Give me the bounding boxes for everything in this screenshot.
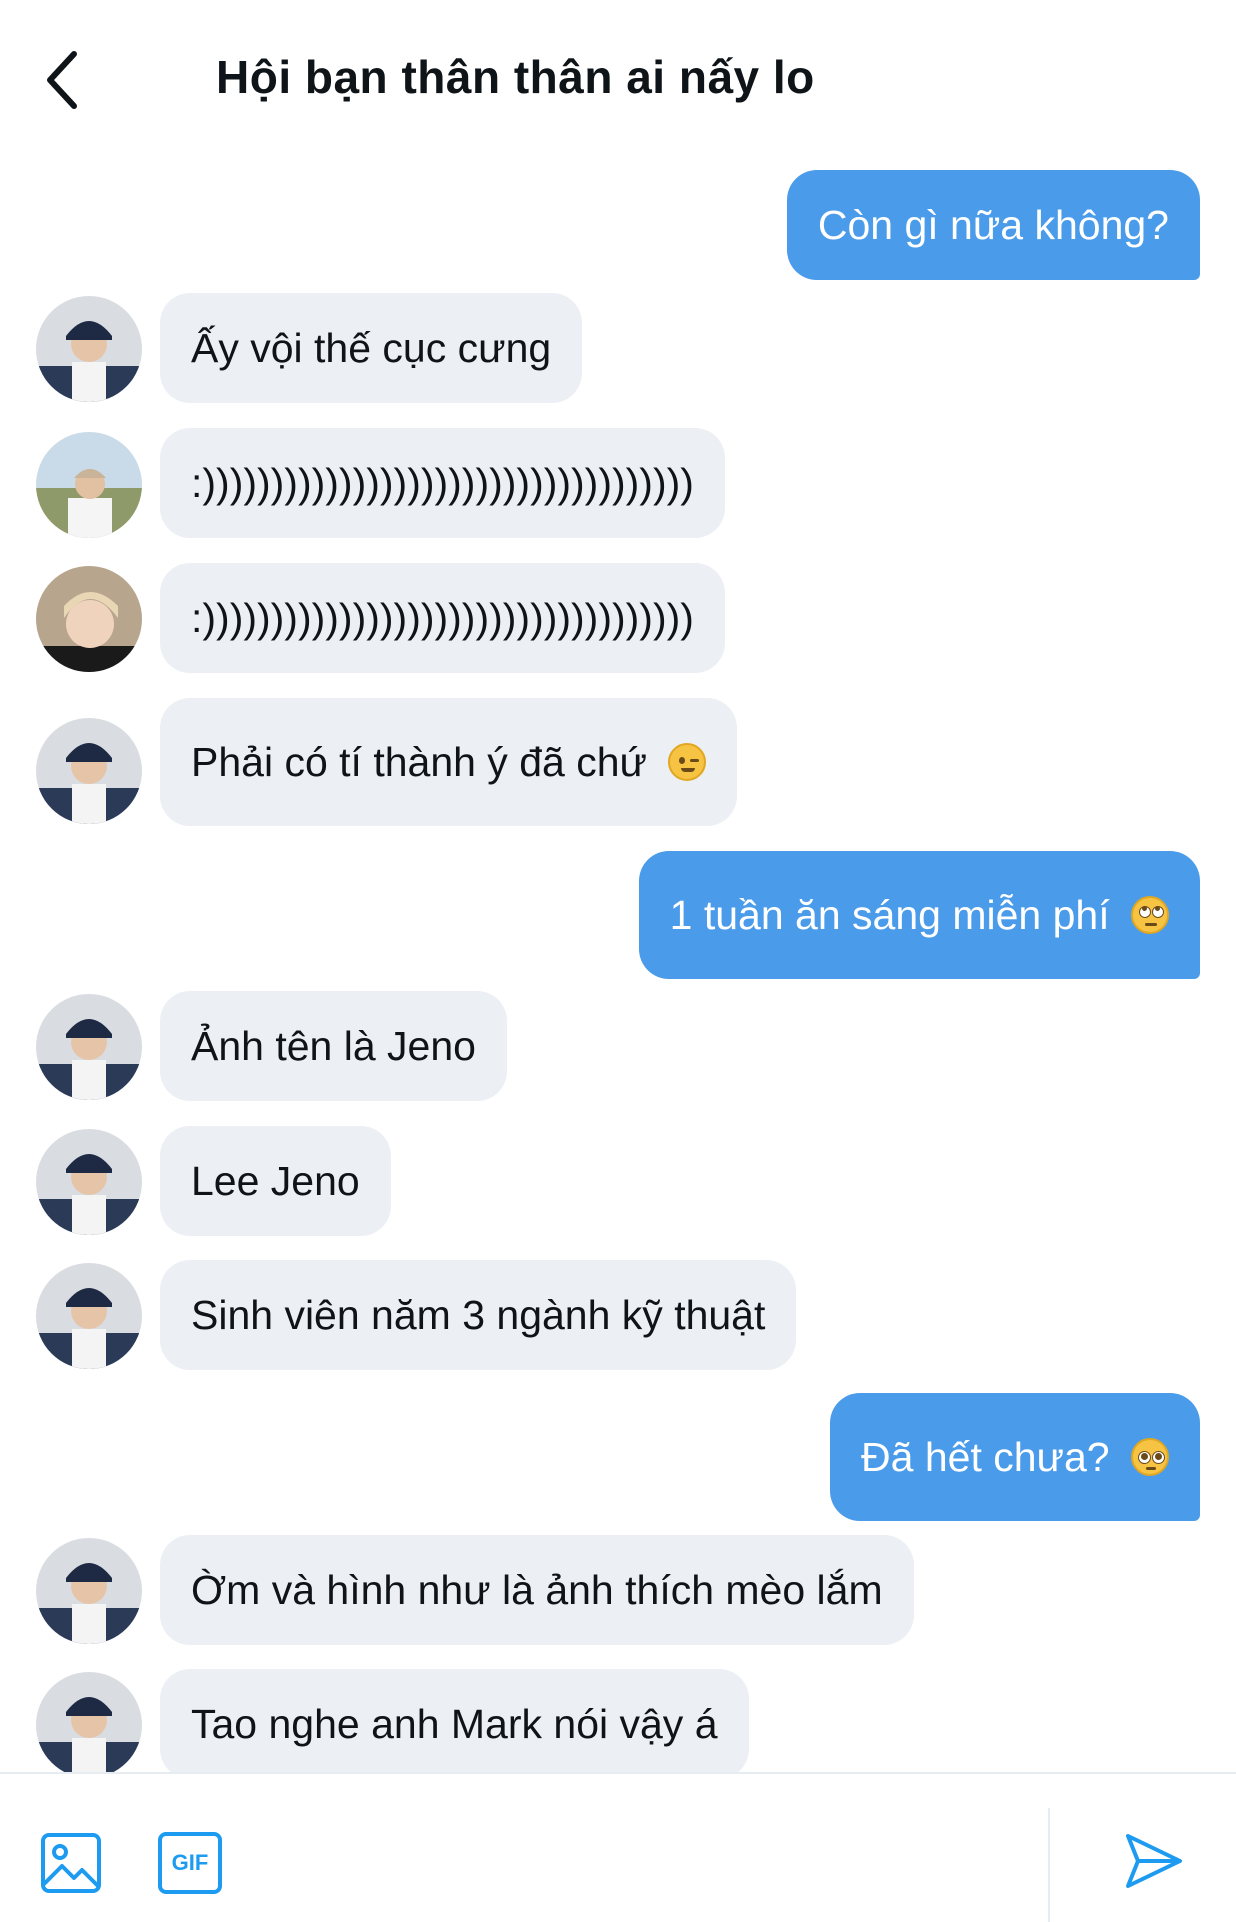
- send-icon: [1126, 1834, 1182, 1888]
- message-bubble-incoming[interactable]: Ờm và hình như là ảnh thích mèo lắm: [160, 1535, 914, 1645]
- chevron-left-icon: [47, 51, 77, 109]
- avatar[interactable]: [36, 1538, 142, 1644]
- image-button[interactable]: [40, 1832, 102, 1899]
- message-bubble-outgoing[interactable]: Đã hết chưa?: [830, 1393, 1200, 1521]
- message-bubble-incoming[interactable]: :)))))))))))))))))))))))))))))))))))): [160, 428, 725, 538]
- message-text: Ảnh tên là Jeno: [191, 1023, 476, 1069]
- message-bubble-incoming[interactable]: Lee Jeno: [160, 1126, 391, 1236]
- avatar-friend-outdoor-icon: [36, 432, 142, 538]
- avatar[interactable]: [36, 718, 142, 824]
- message-text: Sinh viên năm 3 ngành kỹ thuật: [191, 1292, 766, 1338]
- avatar[interactable]: [36, 296, 142, 402]
- avatar[interactable]: [36, 1129, 142, 1235]
- message-text: Ờm và hình như là ảnh thích mèo lắm: [191, 1567, 883, 1613]
- message-bubble-incoming[interactable]: Sinh viên năm 3 ngành kỹ thuật: [160, 1260, 797, 1370]
- avatar-jeno-icon: [36, 718, 142, 824]
- avatar[interactable]: [36, 1263, 142, 1369]
- message-bubble-incoming[interactable]: Phải có tí thành ý đã chứ: [160, 698, 738, 826]
- avatar-jeno-icon: [36, 1263, 142, 1369]
- message-text: :)))))))))))))))))))))))))))))))))))): [191, 460, 694, 506]
- message-text: Đã hết chưa?: [861, 1434, 1110, 1480]
- message-composer: GIF: [0, 1772, 1236, 1922]
- pleading-face-icon: [1131, 1438, 1169, 1477]
- avatar-friend-blonde-icon: [36, 566, 142, 672]
- message-text: :)))))))))))))))))))))))))))))))))))): [191, 595, 694, 641]
- avatar[interactable]: [36, 1672, 142, 1778]
- avatar-jeno-icon: [36, 296, 142, 402]
- conversation-title: Hội bạn thân thân ai nấy lo: [216, 51, 815, 103]
- back-button[interactable]: [40, 44, 96, 116]
- message-text: Còn gì nữa không?: [817, 202, 1169, 248]
- message-bubble-incoming[interactable]: Ảnh tên là Jeno: [160, 991, 507, 1101]
- avatar-jeno-icon: [36, 1538, 142, 1644]
- message-bubble-outgoing[interactable]: 1 tuần ăn sáng miễn phí: [638, 851, 1200, 979]
- send-button[interactable]: [1122, 1830, 1184, 1897]
- message-bubble-incoming[interactable]: Tao nghe anh Mark nói vậy á: [160, 1669, 749, 1779]
- image-icon: [41, 1833, 101, 1893]
- message-text: Phải có tí thành ý đã chứ: [191, 739, 647, 785]
- avatar-jeno-icon: [36, 1672, 142, 1778]
- avatar[interactable]: [36, 432, 142, 538]
- message-text: Lee Jeno: [191, 1158, 360, 1204]
- face-with-rolling-eyes-icon: [1131, 896, 1169, 935]
- message-text: 1 tuần ăn sáng miễn phí: [669, 892, 1110, 938]
- gif-label: GIF: [171, 1850, 209, 1875]
- avatar-jeno-icon: [36, 994, 142, 1100]
- conversation-header: Hội bạn thân thân ai nấy lo: [0, 0, 1236, 160]
- winking-face-icon: [668, 743, 707, 782]
- message-bubble-incoming[interactable]: :)))))))))))))))))))))))))))))))))))): [160, 563, 725, 673]
- avatar-jeno-icon: [36, 1129, 142, 1235]
- gif-button[interactable]: GIF: [158, 1832, 222, 1894]
- message-bubble-outgoing[interactable]: Còn gì nữa không?: [786, 170, 1200, 280]
- avatar[interactable]: [36, 994, 142, 1100]
- composer-divider: [1048, 1808, 1050, 1922]
- message-bubble-incoming[interactable]: Ấy vội thế cục cưng: [160, 293, 583, 403]
- message-text: Ấy vội thế cục cưng: [191, 325, 552, 371]
- message-text: Tao nghe anh Mark nói vậy á: [191, 1701, 718, 1747]
- avatar[interactable]: [36, 566, 142, 672]
